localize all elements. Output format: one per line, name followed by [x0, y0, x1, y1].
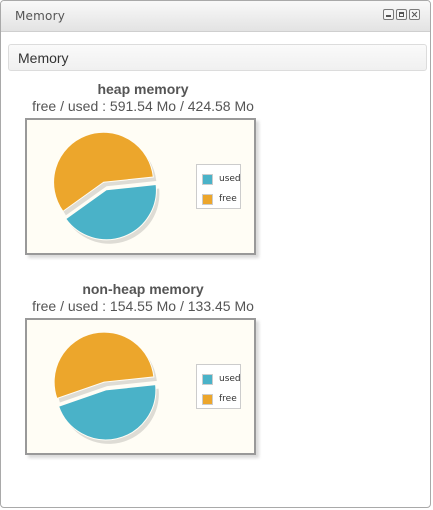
- non-heap-memory-chart: used free: [25, 318, 256, 455]
- panel-subtitle: free / used : 154.55 Mo / 133.45 Mo: [32, 298, 254, 314]
- legend-swatch-used: [202, 173, 213, 185]
- legend-item-free: free: [202, 393, 237, 405]
- chart-legend: used free: [196, 364, 241, 409]
- heap-memory-panel: heap memory free / used : 591.54 Mo / 42…: [21, 81, 265, 255]
- memory-window: Memory Memory heap memory free / used : …: [0, 0, 431, 508]
- close-icon[interactable]: [409, 9, 420, 20]
- heap-memory-chart: used free: [25, 118, 256, 255]
- maximize-icon[interactable]: [396, 9, 407, 20]
- window-controls: [383, 9, 420, 20]
- panel-title: heap memory: [97, 81, 189, 97]
- chart-legend: used free: [196, 164, 241, 209]
- section-title: Memory: [18, 50, 69, 66]
- legend-label-free: free: [219, 194, 237, 204]
- minimize-icon[interactable]: [383, 9, 394, 20]
- panel-title: non-heap memory: [82, 281, 204, 297]
- legend-swatch-used: [202, 373, 213, 385]
- legend-label-used: used: [219, 374, 241, 384]
- legend-item-used: used: [202, 373, 241, 385]
- legend-swatch-free: [202, 393, 213, 405]
- window-titlebar[interactable]: Memory: [1, 1, 430, 32]
- window-title: Memory: [15, 9, 66, 23]
- non-heap-memory-panel: non-heap memory free / used : 154.55 Mo …: [21, 281, 265, 455]
- legend-label-used: used: [219, 174, 241, 184]
- panel-subtitle: free / used : 591.54 Mo / 424.58 Mo: [32, 98, 254, 114]
- legend-item-free: free: [202, 193, 237, 205]
- legend-swatch-free: [202, 193, 213, 205]
- section-header[interactable]: Memory: [8, 44, 427, 71]
- legend-item-used: used: [202, 173, 241, 185]
- legend-label-free: free: [219, 394, 237, 404]
